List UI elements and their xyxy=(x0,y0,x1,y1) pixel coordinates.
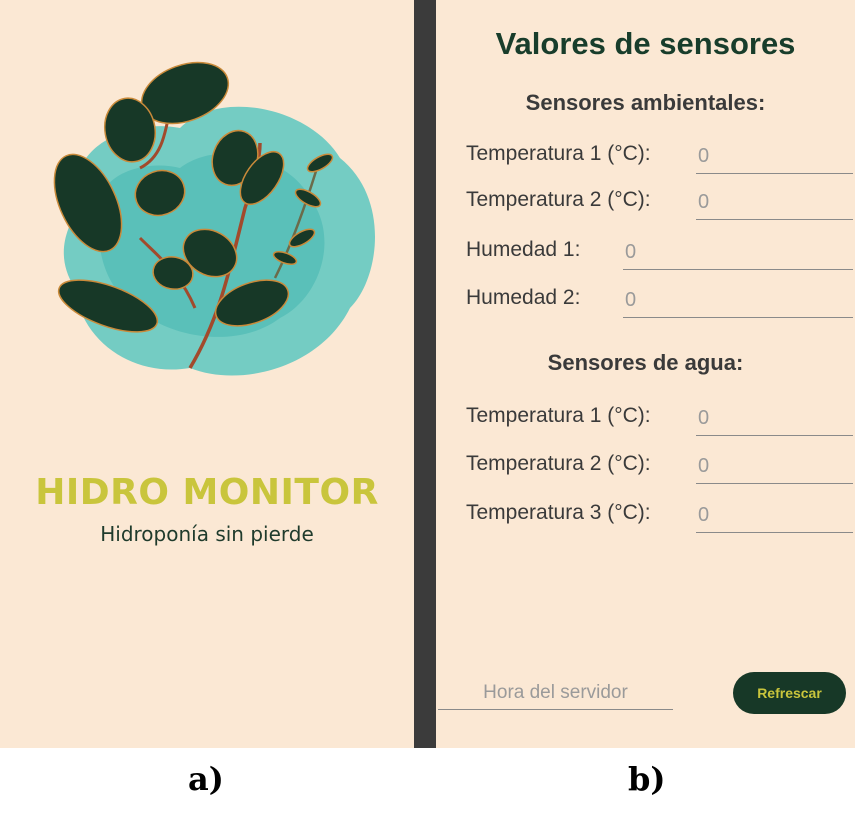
field-label: Temperatura 1 (°C): xyxy=(466,142,651,165)
water-temp-3-input[interactable]: 0 xyxy=(696,501,853,533)
field-label: Temperatura 2 (°C): xyxy=(466,188,651,211)
screen-divider xyxy=(414,0,436,748)
water-temp-1-input[interactable]: 0 xyxy=(696,404,853,436)
ambient-temp-1-input[interactable]: 0 xyxy=(696,142,853,174)
app-title: HIDRO MONITOR xyxy=(35,472,379,513)
humidity-1-input[interactable]: 0 xyxy=(623,238,853,270)
leaves-logo-icon xyxy=(53,61,376,376)
refresh-button[interactable]: Refrescar xyxy=(733,672,846,714)
sensor-values-screen: Valores de sensores Sensores ambientales… xyxy=(436,0,855,748)
water-temp-2-input[interactable]: 0 xyxy=(696,452,853,484)
field-label: Temperatura 3 (°C): xyxy=(466,501,651,524)
splash-screen: HIDRO MONITOR Hidroponía sin pierde xyxy=(0,0,414,748)
app-subtitle: Hidroponía sin pierde xyxy=(100,522,314,546)
water-sensors-heading: Sensores de agua: xyxy=(547,350,744,375)
server-time-field[interactable]: Hora del servidor xyxy=(438,678,673,710)
ambient-temp-2-input[interactable]: 0 xyxy=(696,188,853,220)
field-label: Humedad 1: xyxy=(466,238,581,261)
ambient-sensors-heading: Sensores ambientales: xyxy=(525,90,766,115)
caption-a: a) xyxy=(188,760,224,798)
field-label: Humedad 2: xyxy=(466,286,581,309)
humidity-2-input[interactable]: 0 xyxy=(623,286,853,318)
field-label: Temperatura 1 (°C): xyxy=(466,404,651,427)
page-title: Valores de sensores xyxy=(495,26,796,61)
field-label: Temperatura 2 (°C): xyxy=(466,452,651,475)
caption-b: b) xyxy=(628,760,666,798)
